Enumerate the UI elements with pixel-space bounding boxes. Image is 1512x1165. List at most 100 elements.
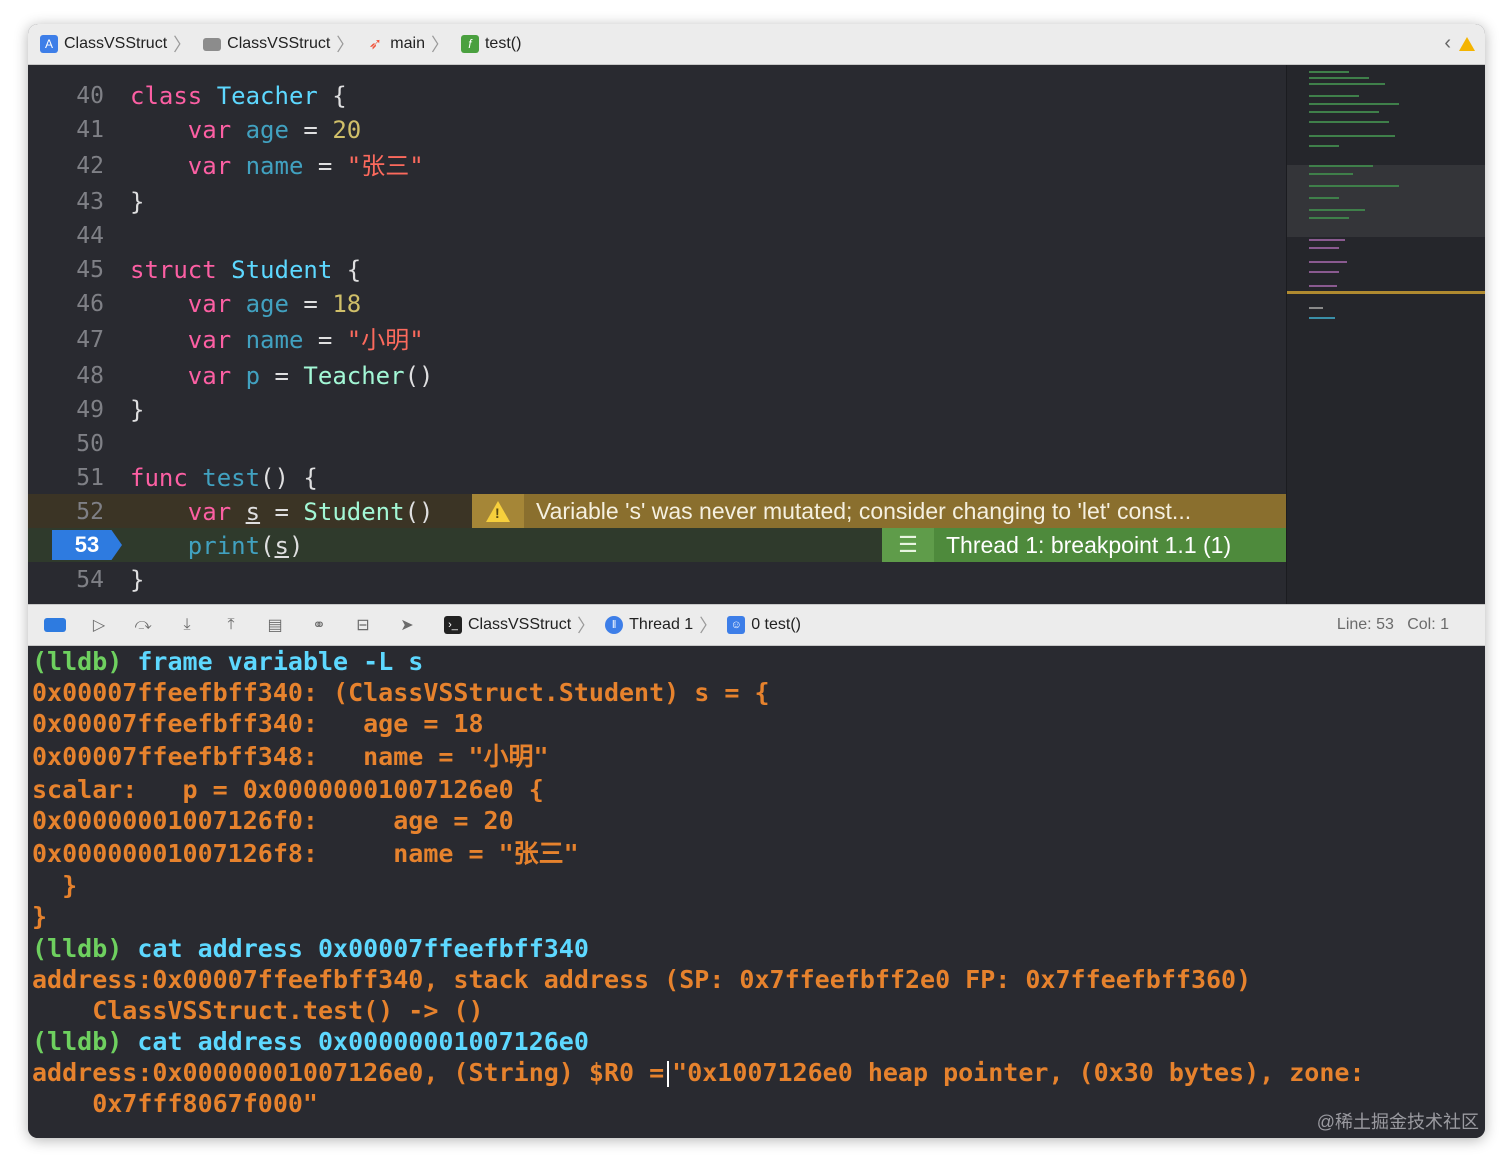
debug-crumb-thread-label: Thread 1 (629, 616, 694, 633)
minimap-line (1309, 197, 1339, 199)
code-line-52: var s = Student() (187, 498, 434, 526)
terminal-icon: ›_ (444, 616, 462, 634)
code-line-40: class Teacher { (130, 82, 347, 110)
minimap-line (1309, 285, 1337, 287)
swift-file-icon: ➶ (368, 36, 382, 53)
minimap-line (1309, 185, 1399, 187)
chevron-right-icon: 〉 (430, 35, 449, 55)
code-line-46: var age = 18 (187, 290, 362, 318)
console-line: ClassVSStruct.test() -> () (32, 996, 484, 1025)
jumpbar-folder[interactable]: ClassVSStruct 〉 (203, 31, 354, 57)
code-line-49: } (130, 396, 145, 424)
warning-icon[interactable] (1459, 36, 1475, 51)
debug-crumb-process-label: ClassVSStruct (468, 616, 572, 633)
minimap-line (1309, 83, 1385, 85)
line-number: 47 (76, 327, 104, 353)
console-line: address:0x00000001007126e0, (String) $R0… (32, 1058, 1365, 1087)
jumpbar-file[interactable]: ➶ main 〉 (366, 31, 449, 57)
minimap-line (1309, 135, 1395, 137)
console-line: 0x00007ffeefbff340: age = 18 (32, 709, 484, 738)
step-over-icon[interactable]: ⤼ (132, 614, 154, 636)
debug-crumb-thread[interactable]: ‖ Thread 1 〉 (605, 612, 717, 638)
minimap-line (1309, 71, 1349, 73)
console-line: 0x7fff8067f000" (32, 1089, 318, 1118)
code-line-41: var age = 20 (187, 116, 362, 144)
environment-overrides-icon[interactable]: ⊟ (352, 614, 374, 636)
chevron-left-icon[interactable]: ‹ (1444, 32, 1451, 55)
line-number: 50 (76, 431, 104, 457)
step-into-icon[interactable]: ⤓ (176, 614, 198, 636)
console-line: (lldb) cat address 0x00000001007126e0 (32, 1027, 589, 1056)
view-hierarchy-icon[interactable]: ▤ (264, 614, 286, 636)
code-line-53: print(s) (187, 532, 304, 560)
line-number: 41 (76, 117, 104, 143)
warning-annotation[interactable]: Variable 's' was never mutated; consider… (472, 494, 1286, 528)
chevron-right-icon: 〉 (173, 35, 192, 55)
console-line: (lldb) cat address 0x00007ffeefbff340 (32, 934, 589, 963)
console-line: } (32, 902, 48, 931)
minimap[interactable] (1286, 65, 1485, 604)
breakpoints-toggle-button[interactable] (44, 618, 66, 632)
jumpbar-function[interactable]: f test() (460, 35, 521, 53)
source-editor[interactable]: 40 41 42 43 44 45 46 47 48 49 50 51 52 5… (28, 65, 1286, 604)
minimap-line (1309, 77, 1369, 79)
simulate-location-icon[interactable]: ➤ (396, 614, 418, 636)
line-number: 44 (76, 223, 104, 249)
jumpbar-project[interactable]: A ClassVSStruct 〉 (40, 31, 191, 57)
minimap-line (1309, 317, 1335, 319)
jumpbar-project-label: ClassVSStruct (64, 35, 168, 52)
breakpoint-indicator[interactable]: 53 (52, 530, 122, 560)
minimap-line (1309, 145, 1339, 147)
minimap-line (1309, 165, 1373, 167)
app-project-icon: A (40, 35, 58, 53)
minimap-line (1309, 121, 1389, 123)
console-line: 0x00000001007126f0: age = 20 (32, 806, 514, 835)
minimap-line (1309, 111, 1379, 113)
code-line-54: } (130, 566, 145, 594)
minimap-line (1309, 95, 1359, 97)
console-line: } (32, 871, 78, 900)
minimap-line (1309, 239, 1345, 241)
warning-triangle-icon (486, 500, 510, 522)
warning-message: Variable 's' was never mutated; consider… (536, 497, 1192, 524)
code-line-42: var name = "张三" (187, 152, 424, 180)
debug-crumb-frame-label: 0 test() (751, 616, 801, 633)
minimap-line (1309, 307, 1323, 309)
minimap-line (1309, 261, 1347, 263)
code-line-47: var name = "小明" (187, 326, 424, 354)
chevron-right-icon: 〉 (577, 616, 596, 636)
jumpbar-folder-label: ClassVSStruct (227, 35, 331, 52)
console-line: 0x00007ffeefbff348: name = "小明" (32, 742, 549, 771)
thread-list-icon: ☰ (882, 528, 934, 562)
user-frame-icon: ☺ (727, 616, 746, 634)
console-line: scalar: p = 0x00000001007126e0 { (32, 775, 544, 804)
minimap-line (1309, 209, 1365, 211)
code-line-51: func test() { (130, 464, 318, 492)
step-out-icon[interactable]: ⤒ (220, 614, 242, 636)
text-cursor (667, 1061, 670, 1087)
line-number: 42 (76, 153, 104, 179)
console-line: 0x00000001007126f8: name = "张三" (32, 839, 579, 868)
function-icon: f (460, 35, 479, 53)
minimap-line (1309, 103, 1399, 105)
chevron-right-icon: 〉 (336, 35, 355, 55)
continue-icon[interactable]: ▷ (88, 614, 110, 636)
lldb-console[interactable]: (lldb) frame variable -L s 0x00007ffeefb… (28, 646, 1485, 1138)
memory-graph-icon[interactable]: ⚭ (308, 614, 330, 636)
breakpoint-message: Thread 1: breakpoint 1.1 (1) (946, 531, 1232, 558)
jump-bar: A ClassVSStruct 〉 ClassVSStruct 〉 ➶ main… (28, 24, 1485, 65)
breakpoint-annotation[interactable]: ☰ Thread 1: breakpoint 1.1 (1) (882, 528, 1286, 562)
code-line-48: var p = Teacher() (187, 362, 434, 390)
minimap-line (1309, 247, 1339, 249)
debug-crumb-process[interactable]: ›_ ClassVSStruct 〉 (444, 612, 595, 638)
debug-crumb-frame[interactable]: ☺ 0 test() (727, 616, 801, 634)
xcode-window: A ClassVSStruct 〉 ClassVSStruct 〉 ➶ main… (28, 24, 1485, 1138)
thread-icon: ‖ (605, 616, 624, 634)
folder-icon (203, 37, 222, 51)
line-number: 48 (76, 363, 104, 389)
jumpbar-right: ‹ (1444, 32, 1475, 55)
minimap-viewport[interactable] (1287, 165, 1485, 237)
line-label: Line: 53 (1336, 616, 1394, 633)
line-number: 54 (76, 567, 104, 593)
minimap-current-line (1287, 291, 1485, 294)
